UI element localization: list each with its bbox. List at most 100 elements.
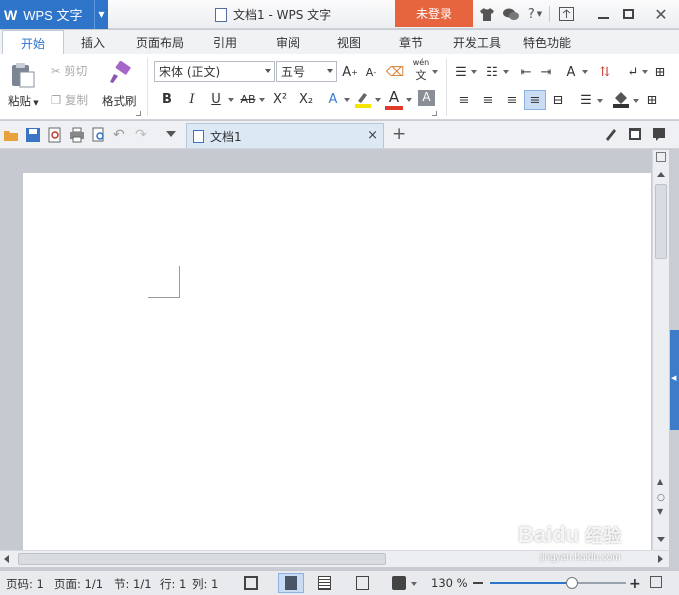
chinese-layout-icon[interactable]: A	[562, 63, 580, 81]
document-page[interactable]	[23, 173, 651, 550]
chevron-down-icon[interactable]	[582, 70, 588, 74]
copy-button[interactable]: ❐ 复制	[51, 92, 88, 108]
line-spacing-icon[interactable]: ☰	[577, 91, 595, 109]
distributed-align-icon[interactable]: ⊟	[549, 91, 567, 109]
font-color-icon[interactable]: A	[385, 88, 403, 110]
chevron-down-icon[interactable]	[375, 98, 381, 102]
format-painter-icon[interactable]	[108, 60, 132, 85]
align-center-icon[interactable]: ≡	[479, 91, 497, 109]
next-page-icon[interactable]: ▼	[657, 507, 663, 516]
print-preview-icon[interactable]	[91, 127, 107, 143]
tab-page-layout[interactable]: 页面布局	[136, 34, 184, 51]
cut-button[interactable]: ✂ 剪切	[51, 63, 87, 79]
border-icon[interactable]: ⊞	[643, 91, 661, 109]
zoom-in-icon[interactable]: +	[629, 576, 641, 592]
fit-window-icon[interactable]	[650, 576, 662, 588]
minimize-icon[interactable]	[594, 5, 612, 23]
scroll-up-icon[interactable]	[657, 172, 665, 177]
decrease-indent-icon[interactable]: ⇤	[517, 63, 535, 81]
chevron-down-icon[interactable]	[344, 98, 350, 102]
chevron-down-icon[interactable]	[471, 70, 477, 74]
chevron-down-icon[interactable]	[228, 98, 234, 102]
feedback-icon[interactable]	[652, 127, 668, 143]
chevron-down-icon[interactable]	[597, 99, 603, 103]
chevron-down-icon[interactable]: ▼	[94, 0, 108, 29]
zoom-slider[interactable]	[490, 577, 626, 589]
scroll-left-icon[interactable]	[4, 555, 9, 563]
dialog-launcher-icon[interactable]	[136, 111, 141, 116]
font-name-select[interactable]: 宋体 (正文)	[154, 61, 275, 82]
tab-chapter[interactable]: 章节	[399, 34, 423, 51]
full-screen-icon[interactable]	[244, 576, 258, 590]
paragraph-shading-icon[interactable]	[612, 90, 630, 108]
tab-references[interactable]: 引用	[213, 34, 237, 51]
character-shading-icon[interactable]: A	[418, 90, 435, 106]
align-left-icon[interactable]: ≡	[455, 91, 473, 109]
font-size-select[interactable]: 五号	[276, 61, 337, 82]
chevron-down-icon[interactable]	[503, 70, 509, 74]
clear-format-icon[interactable]: ⌫	[386, 63, 404, 81]
tab-view[interactable]: 视图	[337, 34, 361, 51]
paste-icon[interactable]	[10, 62, 36, 88]
export-pdf-icon[interactable]	[47, 127, 63, 143]
window-icon[interactable]	[628, 127, 644, 143]
redo-icon[interactable]: ↷	[135, 127, 151, 143]
undo-icon[interactable]: ↶	[113, 127, 129, 143]
chevron-down-icon[interactable]	[259, 98, 265, 102]
sort-icon[interactable]: ⇅	[596, 63, 614, 81]
bullet-list-icon[interactable]: ☰	[452, 63, 470, 81]
table-borders-icon[interactable]: ⊞	[651, 63, 669, 81]
highlight-icon[interactable]	[354, 90, 372, 108]
shirt-skin-icon[interactable]	[478, 5, 496, 23]
close-icon[interactable]: ✕	[652, 5, 670, 24]
chevron-down-icon[interactable]	[406, 98, 412, 102]
restore-ribbon-icon[interactable]	[557, 5, 575, 23]
document-tab[interactable]: 文档1 ×	[186, 123, 384, 148]
zoom-slider-thumb[interactable]	[565, 577, 578, 589]
chevron-down-icon[interactable]	[432, 70, 438, 74]
tab-review[interactable]: 审阅	[276, 34, 300, 51]
italic-button[interactable]: I	[183, 90, 201, 108]
select-browse-object-icon[interactable]: ○	[657, 493, 665, 503]
chevron-down-icon[interactable]	[642, 70, 648, 74]
paste-button[interactable]: 粘贴 ▼	[8, 93, 39, 109]
tab-insert[interactable]: 插入	[81, 34, 105, 51]
side-panel-toggle[interactable]: ◀	[670, 330, 679, 430]
tab-special-features[interactable]: 特色功能	[523, 34, 571, 51]
dialog-launcher-icon[interactable]	[432, 111, 437, 116]
subscript-button[interactable]: X₂	[296, 90, 316, 108]
eye-protection-icon[interactable]	[392, 576, 406, 590]
tab-developer[interactable]: 开发工具	[453, 34, 501, 51]
customize-toolbar-icon[interactable]	[166, 131, 176, 137]
chevron-down-icon[interactable]	[633, 99, 639, 103]
horizontal-scroll-thumb[interactable]	[18, 553, 386, 565]
page-view-icon[interactable]	[278, 573, 304, 593]
open-folder-icon[interactable]	[3, 127, 19, 143]
show-marks-icon[interactable]: ↵	[624, 63, 642, 81]
tab-home[interactable]: 开始	[2, 30, 65, 55]
chevron-down-icon[interactable]	[411, 582, 417, 586]
chat-bubble-icon[interactable]	[502, 5, 520, 23]
underline-button[interactable]: U	[207, 90, 225, 108]
help-icon[interactable]: ? ▼	[526, 5, 544, 23]
grow-font-icon[interactable]: A +	[341, 63, 359, 81]
pinyin-guide-icon[interactable]: wén 文	[412, 58, 430, 82]
outline-view-icon[interactable]	[318, 576, 331, 590]
shrink-font-icon[interactable]: A-	[362, 63, 380, 81]
web-view-icon[interactable]	[356, 576, 369, 590]
scroll-right-icon[interactable]	[658, 555, 663, 563]
vertical-scroll-thumb[interactable]	[655, 184, 667, 259]
align-right-icon[interactable]: ≡	[503, 91, 521, 109]
text-effect-icon[interactable]: A	[324, 90, 342, 108]
login-button[interactable]: 未登录	[395, 0, 473, 27]
superscript-button[interactable]: X²	[270, 90, 290, 108]
bold-button[interactable]: B	[158, 90, 176, 108]
numbered-list-icon[interactable]: ☷	[483, 63, 501, 81]
app-menu-button[interactable]: W WPS 文字 ▼	[0, 0, 108, 29]
new-tab-button[interactable]: +	[392, 124, 408, 144]
justify-icon[interactable]: ≡	[524, 90, 546, 110]
vertical-scrollbar[interactable]: ▲ ○ ▼	[652, 150, 669, 550]
maximize-icon[interactable]	[619, 5, 637, 23]
increase-indent-icon[interactable]: ⇥	[537, 63, 555, 81]
previous-page-icon[interactable]: ▲	[657, 477, 663, 486]
